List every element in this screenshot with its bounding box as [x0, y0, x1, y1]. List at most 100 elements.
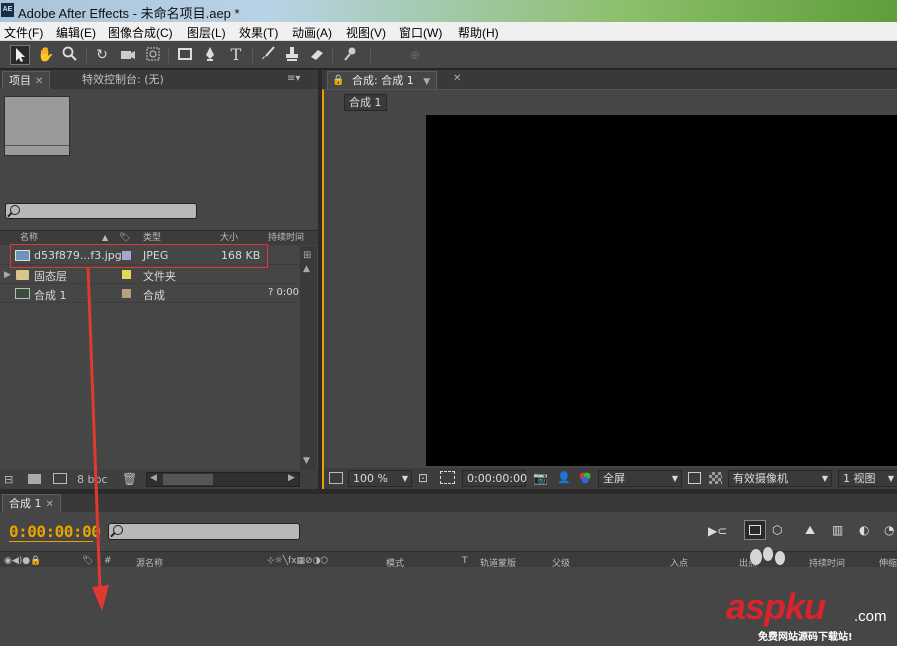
tab-composition[interactable]: 🔒 合成: 合成 1 ▼: [327, 71, 438, 90]
draft-3d-icon[interactable]: ⬡: [772, 523, 782, 537]
project-bottom-bar: ⊟ 8 bpc 🗑 ◀ ▶: [0, 470, 318, 489]
show-snapshot-icon[interactable]: 👤: [557, 471, 571, 484]
selection-tool-icon[interactable]: [10, 45, 30, 65]
label-column-icon[interactable]: 🏷: [119, 231, 130, 245]
menu-file[interactable]: 文件(F): [4, 24, 43, 41]
layer-column-header: ◉◀)●🔒 🏷 # 源名称 ⊹☼╲fx▦⊘◑⬡ 模式 T 轨道蒙版 父级 入点 …: [0, 547, 897, 569]
column-parent[interactable]: 父级: [552, 556, 570, 569]
label-color-swatch[interactable]: [122, 270, 131, 279]
camera-tool-icon[interactable]: [118, 45, 138, 65]
camera-view-dropdown[interactable]: 有效摄像机 ▼: [728, 470, 832, 487]
column-type[interactable]: 类型: [143, 231, 161, 245]
tab-timeline-comp[interactable]: 合成 1 ✕: [2, 494, 61, 512]
clone-stamp-tool-icon[interactable]: [282, 45, 302, 65]
project-item-comp[interactable]: 合成 1 合成 ? 0:00: [0, 284, 300, 303]
item-name: 固态层: [34, 270, 67, 283]
menu-edit[interactable]: 编辑(E): [56, 24, 96, 41]
tab-project[interactable]: 项目 ✕: [2, 71, 51, 89]
trash-icon[interactable]: 🗑: [122, 472, 137, 486]
always-preview-icon[interactable]: [329, 472, 343, 484]
timeline-search-input[interactable]: [108, 523, 300, 540]
frame-blending-icon[interactable]: ▥: [832, 523, 843, 537]
column-duration[interactable]: 持续时间: [268, 231, 304, 245]
column-mode[interactable]: 模式: [386, 556, 404, 569]
app-icon: AE: [1, 3, 14, 17]
av-features-icons[interactable]: ◉◀)●🔒: [4, 556, 41, 566]
column-track-matte[interactable]: 轨道蒙版: [480, 556, 516, 569]
menu-help[interactable]: 帮助(H): [458, 24, 499, 41]
project-scrollbar[interactable]: ⊞ ▲ ▼: [300, 246, 317, 471]
grid-icon[interactable]: ⊡: [418, 471, 428, 485]
project-search-input[interactable]: [5, 203, 197, 219]
hide-shy-layers-icon[interactable]: ⛰: [805, 523, 815, 538]
expand-triangle-icon[interactable]: ▶: [4, 270, 11, 280]
interpret-footage-icon[interactable]: ⊟: [4, 473, 13, 486]
chevron-down-icon: ▼: [401, 474, 408, 483]
live-update-icon[interactable]: [744, 520, 766, 540]
menu-layer[interactable]: 图层(L): [187, 24, 226, 41]
view-layout-dropdown[interactable]: 1 视图 ▼: [838, 470, 897, 487]
tab-effect-controls[interactable]: 特效控制台: (无): [76, 71, 170, 89]
menu-view[interactable]: 视图(V): [346, 24, 386, 41]
close-icon[interactable]: ✕: [46, 499, 54, 510]
resolution-dropdown[interactable]: 全屏 ▼: [598, 470, 682, 487]
comp-viewer[interactable]: [426, 115, 897, 466]
scroll-thumb[interactable]: [163, 474, 213, 485]
rectangle-tool-icon[interactable]: [175, 45, 195, 65]
column-name[interactable]: 名称: [20, 231, 38, 245]
puppet-pin-tool-icon[interactable]: [340, 45, 360, 65]
column-size[interactable]: 大小: [220, 231, 238, 245]
project-panel: 名称 ▲ 🏷 类型 大小 持续时间 d53f879...f3.jpg JPEG …: [0, 89, 318, 489]
comp-tab-strip: 🔒 合成: 合成 1 ▼ ✕: [322, 70, 897, 89]
text-tool-icon[interactable]: T: [226, 45, 246, 65]
zoom-dropdown[interactable]: 100 % ▼: [348, 470, 412, 487]
footage-thumbnail: [4, 96, 70, 156]
new-composition-icon[interactable]: [53, 473, 67, 484]
label-color-swatch[interactable]: [122, 289, 131, 298]
color-channels-icon[interactable]: [578, 471, 592, 485]
flowchart-icon[interactable]: ⊞: [303, 250, 311, 261]
footprint-icon: [748, 546, 788, 568]
column-stretch[interactable]: 伸缩: [879, 556, 897, 569]
hand-tool-icon[interactable]: ✋: [36, 45, 56, 65]
switches-icons[interactable]: ⊹☼╲fx▦⊘◑⬡: [267, 556, 328, 566]
column-preserve-transparency[interactable]: T: [462, 556, 468, 566]
region-of-interest-icon[interactable]: [688, 472, 701, 484]
panel-menu-icon[interactable]: ≡▾: [287, 73, 300, 84]
scroll-left-icon[interactable]: ◀: [150, 473, 157, 483]
close-icon[interactable]: ✕: [453, 73, 461, 84]
rotate-tool-icon[interactable]: ↻: [92, 45, 112, 65]
mask-visibility-icon[interactable]: [440, 471, 455, 484]
scroll-right-icon[interactable]: ▶: [288, 473, 295, 483]
menu-composition[interactable]: 图像合成(C): [108, 24, 173, 41]
pan-behind-tool-icon[interactable]: [143, 45, 163, 65]
close-icon[interactable]: ✕: [35, 76, 43, 87]
menu-window[interactable]: 窗口(W): [399, 24, 442, 41]
graph-editor-icon[interactable]: ◔: [884, 523, 894, 537]
column-source-name[interactable]: 源名称: [136, 556, 163, 569]
eraser-tool-icon[interactable]: [307, 45, 327, 65]
scroll-up-icon[interactable]: ▲: [303, 264, 310, 274]
tools-panel: ✋ ↻ T ⊕ ● ⊠: [0, 41, 897, 102]
motion-blur-icon[interactable]: ◐: [859, 523, 869, 537]
pen-tool-icon[interactable]: [200, 45, 220, 65]
brush-tool-icon[interactable]: [258, 45, 278, 65]
horizontal-scrollbar[interactable]: ◀ ▶: [146, 472, 300, 487]
current-time-display[interactable]: 0:00:00:00: [462, 470, 527, 487]
menu-animation[interactable]: 动画(A): [292, 24, 332, 41]
new-folder-icon[interactable]: [28, 474, 41, 484]
chevron-down-icon: ▼: [671, 474, 678, 483]
comp-mini-flowchart-icon[interactable]: ▶⊂: [708, 524, 727, 538]
scroll-down-icon[interactable]: ▼: [303, 456, 310, 466]
lock-icon[interactable]: 🔒: [332, 72, 344, 90]
transparency-grid-icon[interactable]: [709, 472, 722, 484]
column-duration[interactable]: 持续时间: [809, 556, 845, 569]
menu-effect[interactable]: 效果(T): [239, 24, 278, 41]
chevron-down-icon: ▼: [887, 474, 894, 483]
comp-dropdown-icon[interactable]: ▼: [423, 77, 430, 87]
item-type: 文件夹: [143, 270, 176, 283]
comp-breadcrumb[interactable]: 合成 1: [344, 94, 387, 111]
zoom-tool-icon[interactable]: [60, 45, 80, 65]
column-in[interactable]: 入点: [670, 556, 688, 569]
snapshot-icon[interactable]: 📷: [533, 471, 548, 485]
